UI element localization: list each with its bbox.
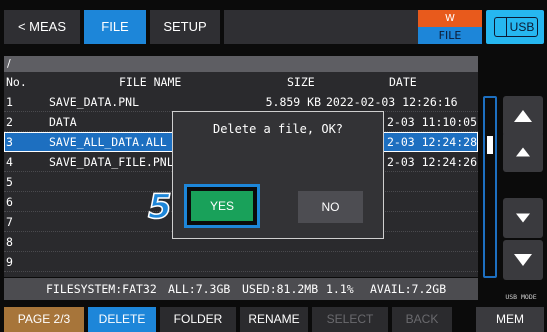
page-up-icon [514,110,532,122]
filesystem-used-percent: 1.1% [326,282,354,296]
tab-file[interactable]: FILE [84,10,146,44]
scrollbar-thumb[interactable] [487,136,493,154]
tab-setup[interactable]: SETUP [150,10,220,44]
status-indicator: W FILE [418,10,482,44]
tab-meas[interactable]: < MEAS [4,10,80,44]
status-indicator-top: W [445,13,455,24]
path-bar: / [4,56,478,72]
delete-confirm-dialog: Delete a file, OK? YES NO [172,111,384,239]
scroll-up-icon [516,147,530,157]
filesystem-used: USED:81.2MB [242,282,319,296]
row-number: 2 [6,115,13,129]
header-date: DATE [389,75,417,89]
status-indicator-mode: FILE [418,27,482,44]
row-number: 9 [6,255,13,269]
row-file-name: SAVE_DATA.PNL [49,95,140,109]
delete-button[interactable]: DELETE [88,307,156,332]
rename-button[interactable]: RENAME [240,307,308,332]
row-number: 1 [6,95,13,109]
back-button[interactable]: BACK [392,307,452,332]
file-row[interactable]: 1 SAVE_DATA.PNL 5.859 KB 2022-02-03 12:2… [4,92,478,112]
row-number: 3 [6,135,13,149]
scroll-down-icon [516,213,530,223]
usb-button-label: USB [506,17,538,37]
header-size: SIZE [287,75,315,89]
row-size: 5.859 KB [265,95,321,109]
row-number: 8 [6,235,13,249]
filesystem-available: AVAIL:7.2GB [370,282,447,296]
no-button[interactable]: NO [298,191,363,223]
file-list-header: No. FILE NAME SIZE DATE [4,72,478,92]
yes-button-focus-frame: YES [184,184,260,228]
filesystem-status-bar: FILESYSTEM:FAT32 ALL:7.3GB USED:81.2MB 1… [4,278,478,300]
page-up-button[interactable] [503,96,543,136]
row-number: 7 [6,215,13,229]
row-date: 2022-02-03 12:26:16 [326,95,458,109]
scrollbar[interactable] [483,96,497,278]
tab-bar-spacer [224,10,418,44]
select-button[interactable]: SELECT [312,307,388,332]
row-number: 5 [6,175,13,189]
filesystem-total: ALL:7.3GB [168,282,231,296]
usb-button[interactable]: USB [486,10,544,44]
header-file-name: FILE NAME [119,75,182,89]
filesystem-type: FILESYSTEM:FAT32 [46,282,157,296]
row-number: 4 [6,155,13,169]
usb-connector-icon [494,17,506,37]
usb-mode-label: USB MODE [505,293,537,301]
header-no: No. [6,75,27,89]
page-down-button[interactable] [503,240,543,280]
file-row[interactable]: 9 [4,252,478,272]
scroll-down-button[interactable] [503,198,543,238]
yes-button[interactable]: YES [191,191,253,221]
row-number: 6 [6,195,13,209]
folder-button[interactable]: FOLDER [160,307,236,332]
page-button[interactable]: PAGE 2/3 [4,307,84,332]
scroll-up-button[interactable] [503,132,543,172]
dialog-message: Delete a file, OK? [212,122,344,136]
mem-button[interactable]: MEM [476,307,544,332]
step-number-callout: 5 [147,186,172,228]
page-down-icon [514,254,532,266]
